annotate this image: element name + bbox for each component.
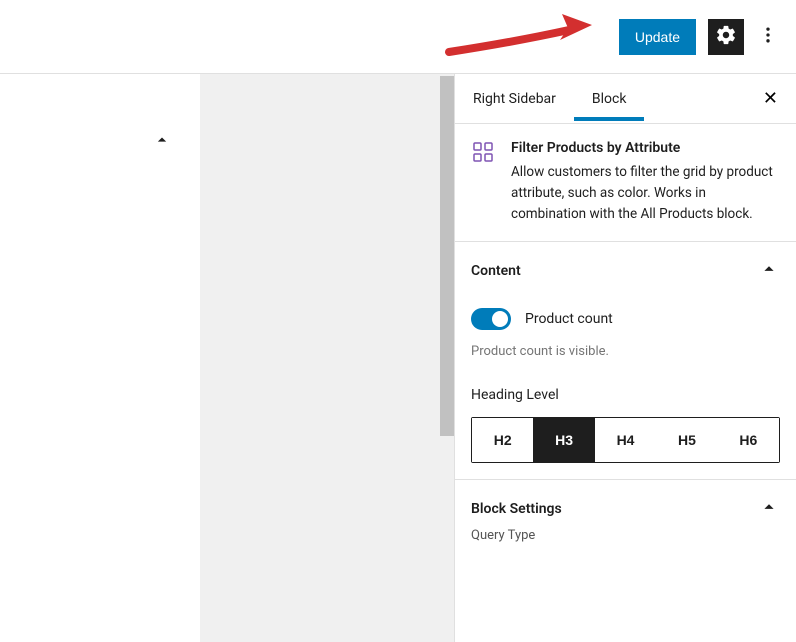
gear-icon [715,24,737,50]
product-count-label: Product count [525,311,613,327]
section-title-content: Content [471,263,521,279]
heading-h6-button[interactable]: H6 [718,418,779,462]
scrollbar-thumb[interactable] [440,76,454,436]
chevron-up-icon [152,135,172,154]
heading-h4-button[interactable]: H4 [595,418,656,462]
editor-canvas[interactable] [0,74,200,642]
close-icon: ✕ [763,88,778,109]
toggle-knob [492,311,508,327]
query-type-label: Query Type [471,528,780,543]
heading-h3-button[interactable]: H3 [533,418,594,462]
product-count-help: Product count is visible. [471,344,780,359]
editor-canvas-area [0,74,440,642]
chevron-up-icon [758,258,780,284]
filter-attribute-icon [471,140,495,164]
vertical-dots-icon [758,25,778,48]
section-title-block-settings: Block Settings [471,501,562,517]
heading-level-label: Heading Level [471,387,780,403]
block-description: Allow customers to filter the grid by pr… [511,162,780,225]
update-button[interactable]: Update [619,19,696,55]
heading-h2-button[interactable]: H2 [472,418,533,462]
heading-h5-button[interactable]: H5 [656,418,717,462]
close-sidebar-button[interactable]: ✕ [745,88,796,109]
canvas-scrollbar[interactable] [440,74,454,642]
right-sidebar-panel: Right Sidebar Block ✕ Filter Products by… [454,74,796,642]
tab-right-sidebar[interactable]: Right Sidebar [455,77,574,121]
collapse-toggle[interactable] [152,130,172,154]
chevron-up-icon [758,496,780,522]
heading-level-group: H2 H3 H4 H5 H6 [471,417,780,463]
section-toggle-block-settings[interactable]: Block Settings [471,496,780,522]
block-title: Filter Products by Attribute [511,140,780,156]
settings-button[interactable] [708,19,744,55]
more-options-button[interactable] [756,19,780,55]
tab-block[interactable]: Block [574,77,645,121]
section-toggle-content[interactable]: Content [471,258,780,284]
product-count-toggle[interactable] [471,308,511,330]
